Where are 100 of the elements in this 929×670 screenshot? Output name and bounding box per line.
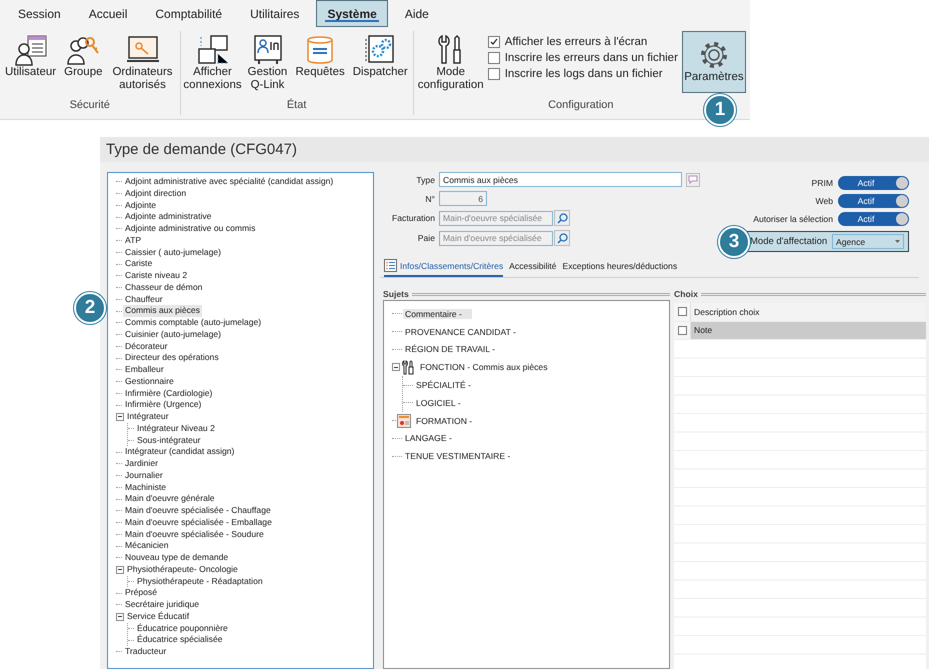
ribbon-button[interactable]: Requêtes	[292, 31, 348, 84]
ribbon-tab[interactable]: Session	[7, 0, 72, 27]
tree-item[interactable]: Éducatrice spécialisée	[135, 634, 225, 646]
tree-item[interactable]: Traducteur	[123, 646, 168, 658]
subject-item[interactable]: SPÉCIALITÉ -	[414, 380, 473, 390]
collapse-icon[interactable]	[116, 566, 124, 574]
toggle-label: Autoriser la sélection	[753, 214, 833, 224]
tree-item[interactable]: Chauffeur	[123, 294, 165, 306]
subject-item[interactable]: LANGAGE -	[403, 433, 454, 444]
tree-item[interactable]: Caissier ( auto-jumelage)	[123, 246, 223, 258]
subject-item[interactable]: RÉGION DE TRAVAIL -	[403, 344, 497, 354]
tree-item[interactable]: Adjoint direction	[123, 188, 188, 200]
search-icon	[556, 212, 568, 224]
toggle-switch[interactable]: Actif	[838, 212, 909, 226]
tree-item[interactable]: Service Éducatif	[125, 610, 192, 622]
tree-item[interactable]: Main d'oeuvre générale	[123, 493, 217, 505]
column-header: Description choix	[693, 306, 760, 319]
tree-item[interactable]: Cariste niveau 2	[123, 270, 190, 282]
subject-item[interactable]: LOGICIEL -	[414, 398, 463, 408]
tab[interactable]: Infos/Classements/Critères	[384, 259, 504, 277]
ribbon-button[interactable]: Groupe	[61, 31, 106, 84]
tree-item[interactable]: Adjointe	[123, 200, 158, 212]
table-cell[interactable]: Note	[691, 322, 926, 339]
ribbon-tab[interactable]: Utilitaires	[239, 0, 310, 27]
tree-item[interactable]: Infirmière (Urgence)	[123, 399, 204, 411]
subject-item[interactable]: TENUE VESTIMENTAIRE -	[403, 451, 512, 462]
tree-item[interactable]: ATP	[123, 234, 144, 246]
tree-item[interactable]: Gestionnaire	[123, 376, 176, 388]
tab[interactable]: Exceptions heures/déductions	[562, 259, 678, 277]
callout-number: 2	[74, 292, 106, 324]
tab[interactable]: Accessibilité	[509, 259, 556, 277]
caret-icon	[895, 240, 900, 243]
tree-item[interactable]: Physiothérapeute- Oncologie	[125, 564, 240, 576]
ribbon-tab[interactable]: Système	[316, 0, 388, 27]
ribbon-button[interactable]: Dispatcher	[350, 31, 411, 84]
checkbox[interactable]	[678, 326, 686, 335]
ribbon-button[interactable]: Mode configuration	[416, 31, 486, 97]
tree-item[interactable]: Journalier	[123, 470, 165, 482]
input-field[interactable]: Commis aux pièces	[439, 172, 682, 187]
tree-item[interactable]: Infirmière (Cardiologie)	[123, 388, 214, 400]
tree-item[interactable]: Éducatrice pouponnière	[135, 622, 230, 634]
tree-item[interactable]: Adjointe administrative	[123, 211, 214, 223]
tree-item[interactable]: Jardinier	[123, 458, 160, 470]
tools-icon	[401, 360, 415, 375]
subject-item[interactable]: Commentaire -	[403, 308, 472, 319]
comment-icon[interactable]	[686, 172, 700, 186]
tree-item[interactable]: Commis aux pièces	[123, 305, 202, 317]
checkbox[interactable]	[678, 307, 686, 316]
tree-item[interactable]: Intégrateur	[125, 411, 171, 423]
tree-item[interactable]: Machiniste	[123, 482, 168, 494]
ribbon-tab[interactable]: Aide	[394, 0, 440, 27]
dropdown[interactable]: Agence	[832, 234, 904, 249]
tree-item[interactable]: Préposé	[123, 587, 160, 599]
tree-item[interactable]: Sous-intégrateur	[135, 434, 203, 446]
tree-item[interactable]: Mécanicien	[123, 540, 170, 552]
tree-item[interactable]: Adjoint administrative avec spécialité (candidat assign)	[123, 176, 336, 188]
tree-item[interactable]: Physiothérapeute - Réadaptation	[135, 576, 265, 588]
collapse-icon[interactable]	[116, 612, 124, 621]
collapse-icon[interactable]	[116, 412, 124, 421]
toggle-label: Web	[815, 196, 833, 206]
ribbon-button[interactable]: Utilisateur	[2, 31, 60, 84]
ribbon-button[interactable]: Paramètres	[682, 31, 746, 93]
ribbon-tab[interactable]: Comptabilité	[144, 0, 234, 27]
tree-item[interactable]: Cuisinier (auto-jumelage)	[123, 328, 224, 340]
tree-item[interactable]: Main d'oeuvre spécialisée - Emballage	[123, 516, 274, 528]
panel-title: Choix	[674, 289, 698, 299]
tree-item[interactable]: Adjointe administrative ou commis	[123, 223, 258, 235]
subject-item[interactable]: FONCTION - Commis aux pièces	[418, 362, 550, 372]
subject-item[interactable]: FORMATION -	[414, 416, 474, 426]
tree-item[interactable]: Main d'oeuvre spécialisée - Chauffage	[123, 505, 273, 517]
checkbox[interactable]	[488, 52, 500, 64]
ribbon-button[interactable]: Afficher connexions	[182, 31, 242, 97]
tree-item[interactable]: Secrétaire juridique	[123, 599, 202, 611]
checkbox[interactable]	[488, 68, 500, 80]
checkbox[interactable]	[488, 36, 500, 48]
ribbon-button[interactable]: Ordinateurs autorisés	[108, 31, 178, 97]
input-field[interactable]: 6	[439, 191, 487, 206]
tree-item[interactable]: Intégrateur (candidat assign)	[123, 446, 236, 458]
tree-item[interactable]: Intégrateur Niveau 2	[135, 422, 217, 434]
tree-item[interactable]: Cariste	[123, 258, 154, 270]
tree-item[interactable]: Emballeur	[123, 364, 166, 376]
group-label: Sécurité	[70, 99, 110, 113]
tree-item[interactable]: Décorateur	[123, 340, 170, 352]
tree-item[interactable]: Chasseur de démon	[123, 282, 204, 294]
tree-item[interactable]: Nouveau type de demande	[123, 552, 230, 564]
collapse-icon[interactable]	[392, 363, 400, 372]
search-button[interactable]	[554, 210, 570, 226]
field-label: Type	[415, 174, 435, 184]
ribbon-button[interactable]: Gestion Q-Link	[244, 31, 290, 97]
tree-item[interactable]: Directeur des opérations	[123, 352, 221, 364]
toggle-switch[interactable]: Actif	[838, 194, 909, 208]
field-label: Facturation	[391, 213, 435, 223]
search-button[interactable]	[554, 230, 570, 246]
subject-item[interactable]: PROVENANCE CANDIDAT -	[403, 326, 518, 337]
ribbon-tab[interactable]: Accueil	[78, 0, 138, 27]
user-list-icon	[14, 34, 48, 66]
tree-item[interactable]: Commis comptable (auto-jumelage)	[123, 317, 264, 329]
tree-item[interactable]: Main d'oeuvre spécialisée - Soudure	[123, 528, 266, 540]
toggle-switch[interactable]: Actif	[838, 176, 909, 190]
users-key-icon	[66, 34, 100, 66]
